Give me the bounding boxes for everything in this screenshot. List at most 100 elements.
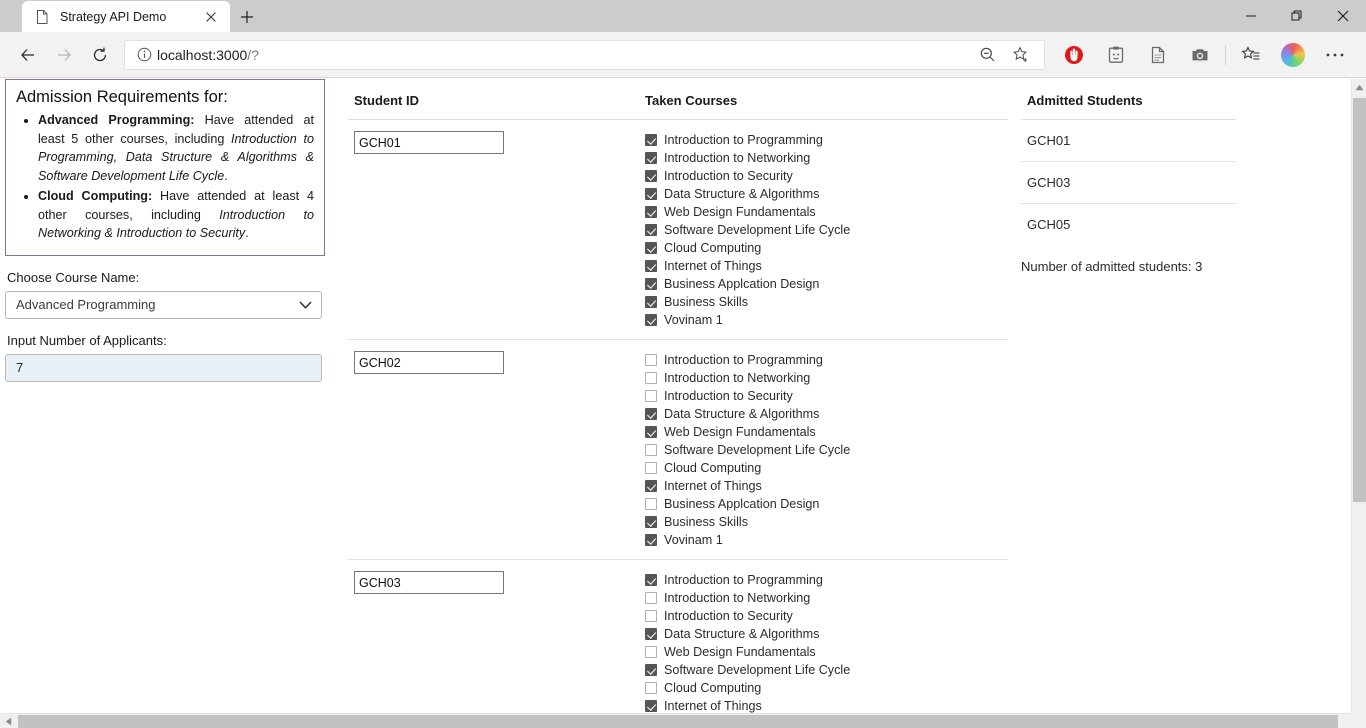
- checkbox-checked-icon[interactable]: [645, 296, 657, 308]
- forward-arrow-icon: [46, 39, 82, 71]
- scroll-left-icon[interactable]: [0, 714, 17, 728]
- course-label: Introduction to Security: [664, 609, 793, 623]
- course-checkbox-row[interactable]: Internet of Things: [645, 257, 1008, 275]
- checkbox-checked-icon[interactable]: [645, 700, 657, 712]
- minimize-icon[interactable]: [1228, 0, 1274, 32]
- student-id-input[interactable]: GCH03: [354, 571, 504, 594]
- course-checkbox-row[interactable]: Internet of Things: [645, 697, 1008, 713]
- adblock-icon[interactable]: [1053, 39, 1095, 71]
- course-checkbox-row[interactable]: Web Design Fundamentals: [645, 643, 1008, 661]
- course-checkbox-row[interactable]: Software Development Life Cycle: [645, 661, 1008, 679]
- checkbox-checked-icon[interactable]: [645, 314, 657, 326]
- reload-icon[interactable]: [82, 39, 118, 71]
- reading-document-icon[interactable]: [1137, 39, 1179, 71]
- course-checkbox-row[interactable]: Web Design Fundamentals: [645, 423, 1008, 441]
- checkbox-unchecked-icon[interactable]: [645, 372, 657, 384]
- course-checkbox-row[interactable]: Vovinam 1: [645, 311, 1008, 329]
- course-checkbox-row[interactable]: Cloud Computing: [645, 239, 1008, 257]
- checkbox-checked-icon[interactable]: [645, 152, 657, 164]
- address-bar[interactable]: localhost:3000/?: [124, 39, 1045, 71]
- checkbox-checked-icon[interactable]: [645, 664, 657, 676]
- left-column: Admission Requirements for: Advanced Pro…: [5, 79, 325, 382]
- checkbox-checked-icon[interactable]: [645, 574, 657, 586]
- checkbox-unchecked-icon[interactable]: [645, 646, 657, 658]
- course-checkbox-row[interactable]: Web Design Fundamentals: [645, 203, 1008, 221]
- star-add-icon[interactable]: [1004, 39, 1038, 71]
- checkbox-checked-icon[interactable]: [645, 426, 657, 438]
- checkbox-unchecked-icon[interactable]: [645, 498, 657, 510]
- course-label: Business Applcation Design: [664, 277, 820, 291]
- course-checkbox-row[interactable]: Introduction to Security: [645, 387, 1008, 405]
- course-checkbox-row[interactable]: Introduction to Security: [645, 167, 1008, 185]
- zoom-out-icon[interactable]: [970, 39, 1004, 71]
- student-id-input[interactable]: GCH01: [354, 131, 504, 154]
- address-bar-actions: [970, 39, 1038, 71]
- checkbox-checked-icon[interactable]: [645, 516, 657, 528]
- checkbox-checked-icon[interactable]: [645, 260, 657, 272]
- checkbox-unchecked-icon[interactable]: [645, 444, 657, 456]
- checkbox-checked-icon[interactable]: [645, 224, 657, 236]
- course-checkbox-row[interactable]: Data Structure & Algorithms: [645, 625, 1008, 643]
- course-checkbox-row[interactable]: Software Development Life Cycle: [645, 221, 1008, 239]
- admitted-students-list: GCH01 GCH03 GCH05: [1021, 120, 1236, 245]
- admitted-students-panel: Admitted Students GCH01 GCH03 GCH05 Number…: [1021, 79, 1236, 274]
- horizontal-scrollbar-thumb[interactable]: [18, 715, 1338, 728]
- course-checkbox-row[interactable]: Business Applcation Design: [645, 495, 1008, 513]
- course-checkbox-row[interactable]: Software Development Life Cycle: [645, 441, 1008, 459]
- checkbox-unchecked-icon[interactable]: [645, 610, 657, 622]
- checkbox-unchecked-icon[interactable]: [645, 462, 657, 474]
- course-checkbox-row[interactable]: Cloud Computing: [645, 679, 1008, 697]
- course-checkbox-row[interactable]: Business Skills: [645, 293, 1008, 311]
- checkbox-unchecked-icon[interactable]: [645, 682, 657, 694]
- more-options-icon[interactable]: [1314, 39, 1356, 71]
- course-checkbox-row[interactable]: Vovinam 1: [645, 531, 1008, 549]
- course-checkbox-row[interactable]: Introduction to Programming: [645, 571, 1008, 589]
- course-checkbox-row[interactable]: Introduction to Networking: [645, 149, 1008, 167]
- course-checkbox-row[interactable]: Introduction to Programming: [645, 351, 1008, 369]
- restore-icon[interactable]: [1274, 0, 1320, 32]
- address-path: /?: [247, 46, 259, 63]
- camera-screenshot-icon[interactable]: [1179, 39, 1221, 71]
- course-label: Software Development Life Cycle: [664, 663, 851, 677]
- course-checkbox-row[interactable]: Introduction to Programming: [645, 131, 1008, 149]
- course-label: Introduction to Networking: [664, 151, 811, 165]
- student-id-input[interactable]: GCH02: [354, 351, 504, 374]
- vertical-scrollbar[interactable]: [1351, 79, 1366, 713]
- course-select[interactable]: Advanced Programming: [5, 290, 322, 319]
- course-checkbox-row[interactable]: Business Skills: [645, 513, 1008, 531]
- close-icon[interactable]: [1320, 0, 1366, 32]
- course-checkbox-row[interactable]: Internet of Things: [645, 477, 1008, 495]
- checkbox-checked-icon[interactable]: [645, 170, 657, 182]
- back-arrow-icon[interactable]: [10, 39, 46, 71]
- horizontal-scrollbar[interactable]: [0, 713, 1366, 728]
- checkbox-checked-icon[interactable]: [645, 278, 657, 290]
- checkbox-checked-icon[interactable]: [645, 188, 657, 200]
- course-checkbox-row[interactable]: Cloud Computing: [645, 459, 1008, 477]
- vertical-scrollbar-thumb[interactable]: [1353, 98, 1366, 502]
- applicants-input[interactable]: 7: [5, 353, 322, 382]
- course-checkbox-row[interactable]: Introduction to Security: [645, 607, 1008, 625]
- checkbox-checked-icon[interactable]: [645, 534, 657, 546]
- checkbox-unchecked-icon[interactable]: [645, 354, 657, 366]
- course-checkbox-row[interactable]: Business Applcation Design: [645, 275, 1008, 293]
- checkbox-unchecked-icon[interactable]: [645, 390, 657, 402]
- close-icon[interactable]: [200, 6, 222, 28]
- checkbox-checked-icon[interactable]: [645, 206, 657, 218]
- new-tab-button[interactable]: [230, 1, 264, 32]
- course-checkbox-row[interactable]: Introduction to Networking: [645, 369, 1008, 387]
- course-checkbox-row[interactable]: Data Structure & Algorithms: [645, 405, 1008, 423]
- course-checkbox-row[interactable]: Introduction to Networking: [645, 589, 1008, 607]
- user-avatar[interactable]: [1281, 42, 1305, 67]
- checkbox-unchecked-icon[interactable]: [645, 592, 657, 604]
- collections-star-list-icon[interactable]: [1230, 39, 1272, 71]
- checkbox-checked-icon[interactable]: [645, 134, 657, 146]
- scroll-up-icon[interactable]: [1352, 79, 1366, 96]
- checkbox-checked-icon[interactable]: [645, 242, 657, 254]
- checkbox-checked-icon[interactable]: [645, 480, 657, 492]
- course-checkbox-row[interactable]: Data Structure & Algorithms: [645, 185, 1008, 203]
- checkbox-checked-icon[interactable]: [645, 628, 657, 640]
- info-circle-icon[interactable]: [131, 47, 157, 62]
- checkbox-checked-icon[interactable]: [645, 408, 657, 420]
- browser-tab[interactable]: Strategy API Demo: [22, 1, 230, 32]
- clipboard-face-icon[interactable]: [1095, 39, 1137, 71]
